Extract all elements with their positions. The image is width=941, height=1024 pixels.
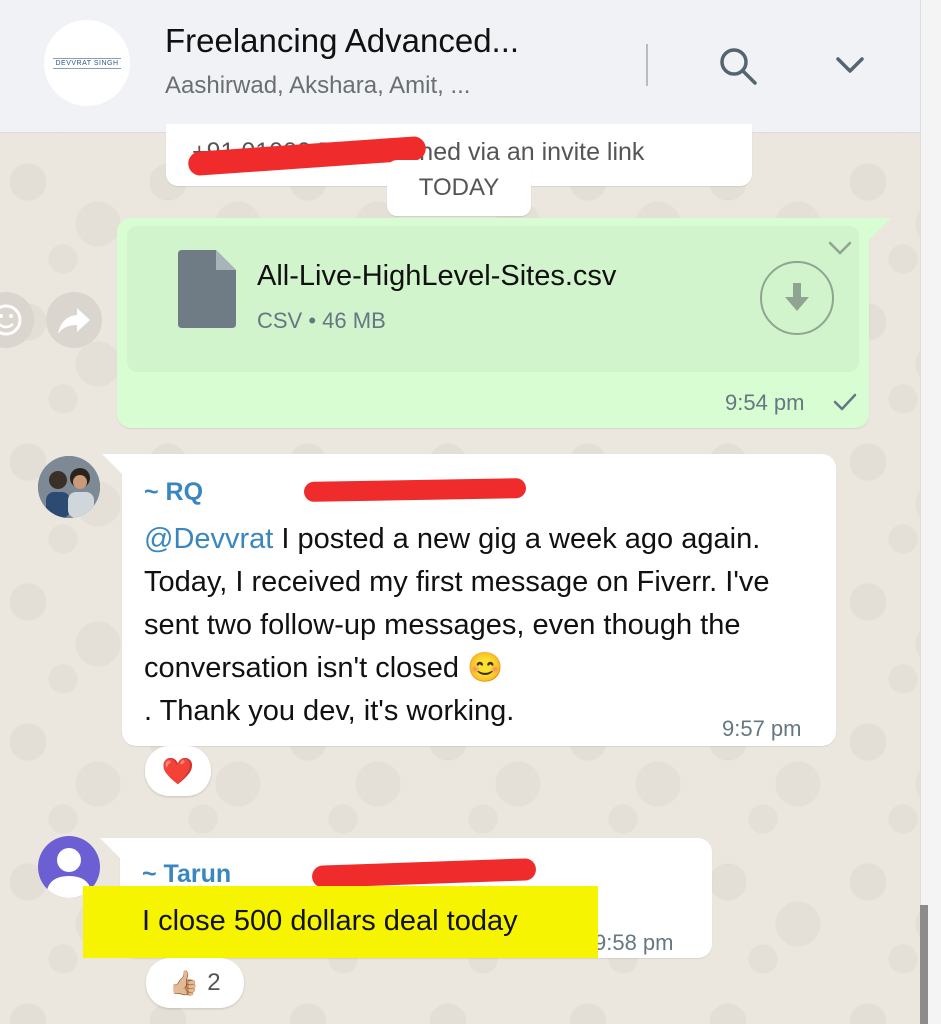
reaction-heart[interactable]: ❤️ — [145, 746, 211, 796]
thumbs-up-emoji: 👍🏼 — [169, 969, 200, 997]
download-button[interactable] — [760, 261, 834, 335]
emoji-react-icon[interactable] — [0, 292, 34, 348]
mention-link[interactable]: @Devvrat — [144, 523, 273, 555]
smile-emoji: 😊 — [467, 652, 504, 684]
message-time: 9:58 pm — [594, 930, 674, 955]
chat-header[interactable]: DEVVRAT SINGH Freelancing Advanced... Aa… — [0, 0, 920, 133]
file-meta: CSV • 46 MB — [257, 308, 386, 333]
chevron-down-icon[interactable] — [832, 50, 868, 80]
incoming-message-rq[interactable]: ~ RQ @Devvrat I posted a new gig a week … — [102, 454, 836, 746]
file-attachment-card[interactable]: All-Live-HighLevel-Sites.csv CSV • 46 MB — [127, 226, 859, 372]
group-avatar[interactable]: DEVVRAT SINGH — [44, 20, 130, 106]
forward-icon[interactable] — [46, 292, 102, 348]
document-icon — [178, 250, 236, 328]
reaction-thumbs-up[interactable]: 👍🏼 2 — [146, 958, 244, 1008]
sender-name[interactable]: ~ RQ — [144, 478, 203, 507]
sent-check-icon — [833, 393, 857, 411]
download-icon — [785, 283, 809, 311]
message-menu-chevron-icon[interactable] — [827, 238, 853, 258]
date-divider: TODAY — [387, 160, 531, 216]
message-body-end: . Thank you dev, it's working. — [144, 695, 515, 727]
sender-name[interactable]: ~ Tarun — [142, 860, 231, 889]
group-title[interactable]: Freelancing Advanced... — [165, 22, 519, 60]
reaction-count: 2 — [207, 969, 221, 996]
group-participants[interactable]: Aashirwad, Akshara, Amit, ... — [165, 72, 470, 100]
redaction-mark — [303, 478, 527, 502]
sender-avatar-rq[interactable] — [38, 456, 100, 518]
scrollbar-track[interactable] — [920, 0, 941, 1024]
message-time: 9:54 pm — [725, 390, 805, 415]
message-time: 9:57 pm — [722, 716, 802, 741]
message-text: @Devvrat I posted a new gig a week ago a… — [144, 518, 822, 733]
scrollbar-thumb[interactable] — [920, 905, 928, 1024]
redaction-mark — [311, 858, 537, 888]
file-name: All-Live-HighLevel-Sites.csv — [257, 260, 617, 292]
search-icon[interactable] — [718, 46, 758, 86]
group-logo-text: DEVVRAT SINGH — [53, 57, 121, 69]
header-divider — [646, 44, 648, 86]
outgoing-file-message[interactable]: All-Live-HighLevel-Sites.csv CSV • 46 MB… — [117, 218, 891, 428]
message-text: I close 500 dollars deal today — [142, 905, 518, 937]
heart-emoji: ❤️ — [161, 755, 195, 786]
